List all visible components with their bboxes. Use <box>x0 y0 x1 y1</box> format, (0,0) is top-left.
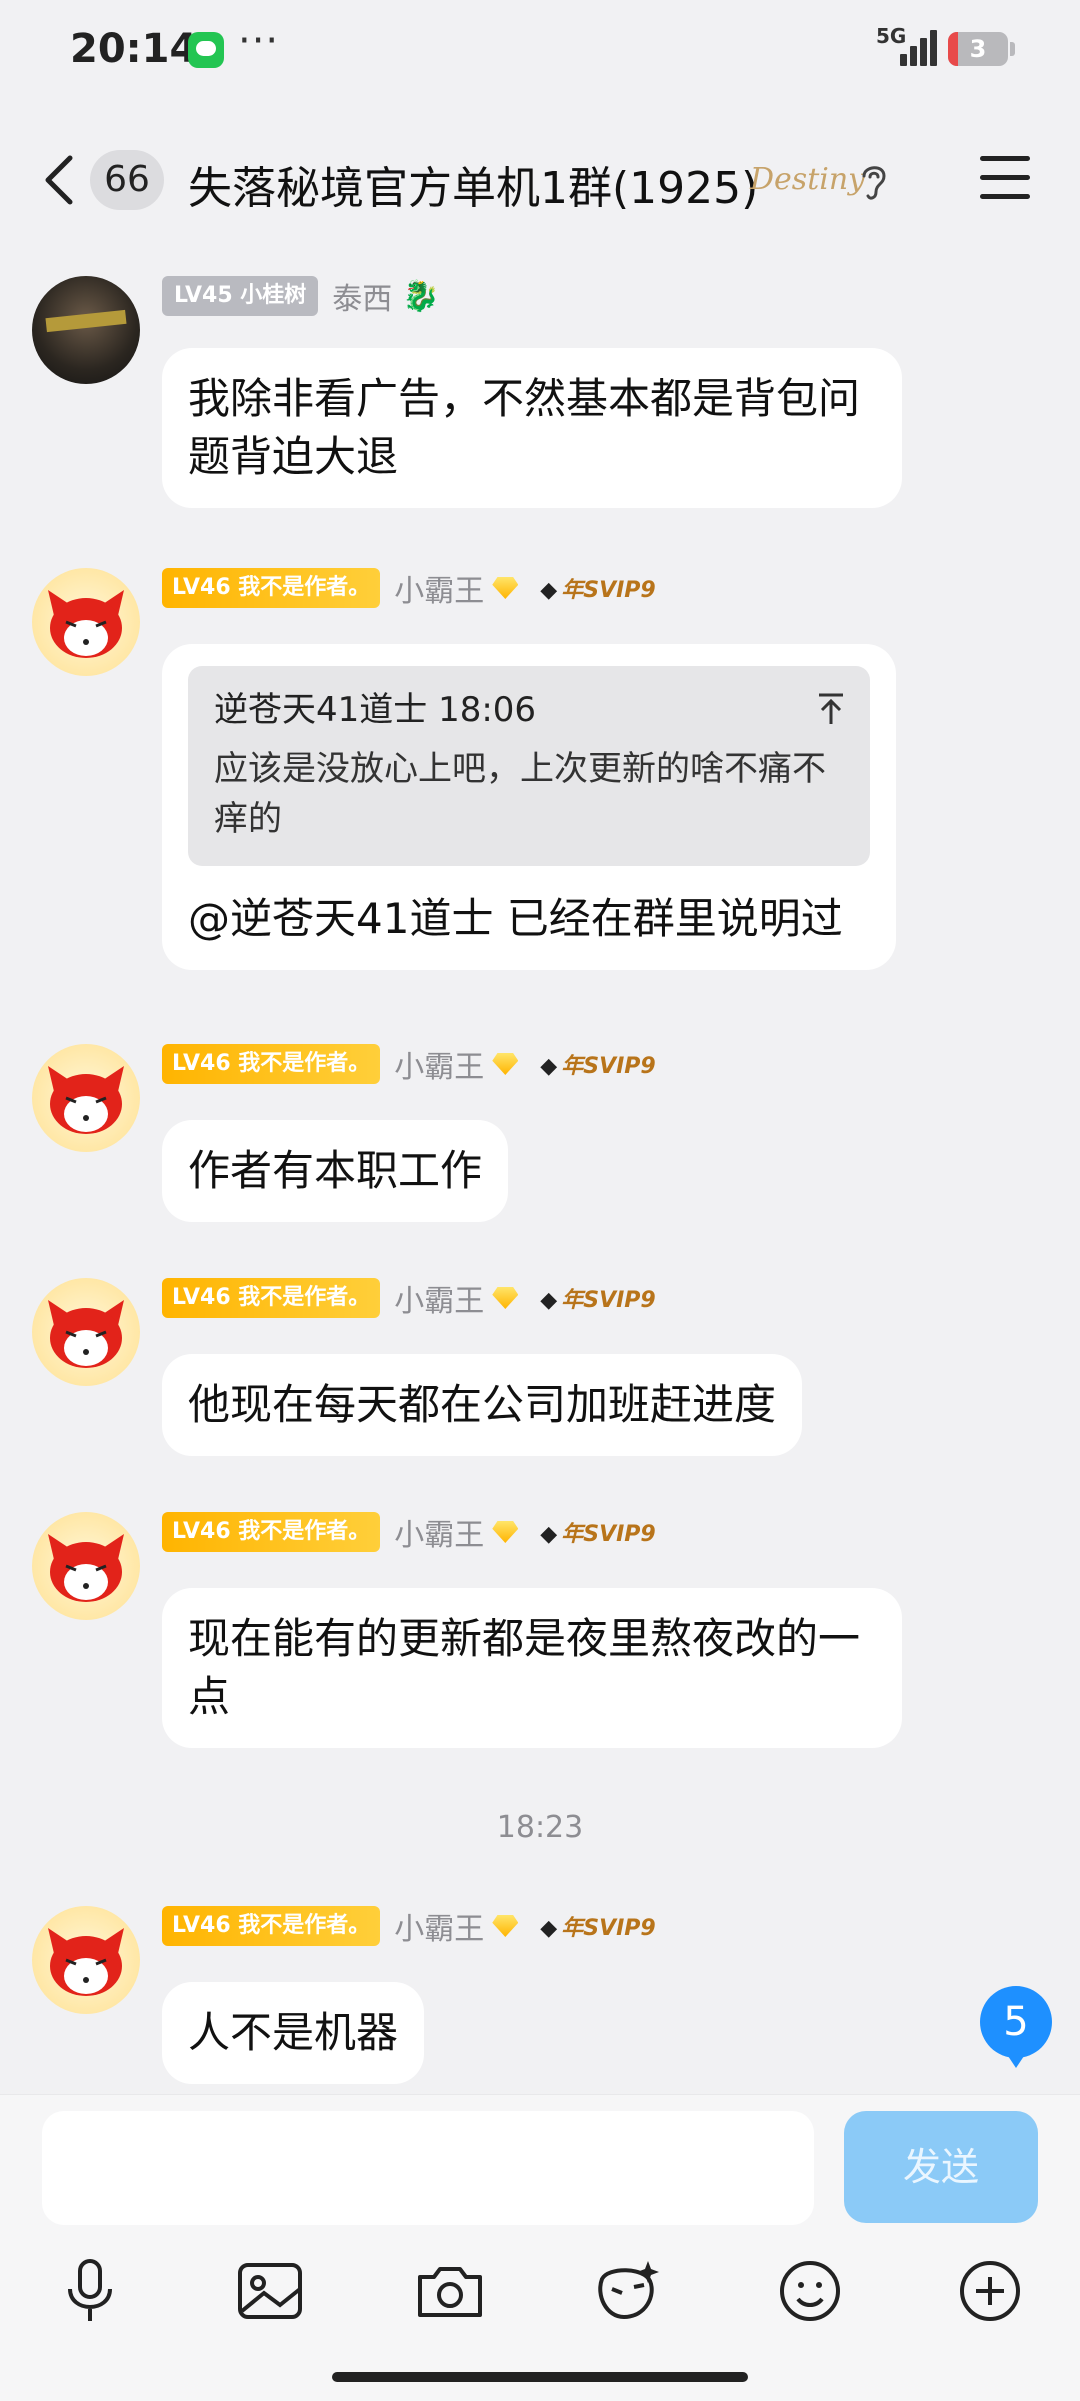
sender-meta: LV46 我不是作者。 小霸王 年SVIP9 <box>162 566 656 610</box>
send-button[interactable]: 发送 <box>844 2111 1038 2223</box>
message-bubble[interactable]: 人不是机器 <box>162 1982 425 2084</box>
message-bubble[interactable]: 我除非看广告，不然基本都是背包问题背迫大退 <box>162 348 902 508</box>
sender-nickname[interactable]: 小霸王 <box>394 1042 484 1086</box>
svip-badge: 年SVIP9 <box>540 1048 656 1080</box>
fox-avatar-icon <box>48 1300 124 1368</box>
svip-badge: 年SVIP9 <box>540 1910 656 1942</box>
sender-meta: LV46 我不是作者。 小霸王 年SVIP9 <box>162 1276 656 1320</box>
jump-to-original-icon[interactable] <box>816 692 846 726</box>
sender-nickname[interactable]: 小霸王 <box>394 1904 484 1948</box>
avatar[interactable] <box>32 276 140 384</box>
sender-nickname[interactable]: 泰西 <box>332 274 392 318</box>
svip-badge: 年SVIP9 <box>540 1282 656 1314</box>
status-bar: 20:14 ··· 5G 3 <box>0 0 1080 100</box>
fox-avatar-icon <box>48 1534 124 1602</box>
message-bubble[interactable]: 现在能有的更新都是夜里熬夜改的一点 <box>162 1588 902 1748</box>
emoji-icon[interactable] <box>770 2251 850 2331</box>
menu-icon[interactable] <box>980 156 1030 200</box>
home-indicator[interactable] <box>332 2372 748 2382</box>
group-logo: Destiny <box>750 162 866 197</box>
time-divider: 18:23 <box>496 1810 584 1845</box>
level-badge: LV46 我不是作者。 <box>162 568 381 608</box>
avatar[interactable] <box>32 568 140 676</box>
camera-icon[interactable] <box>410 2251 490 2331</box>
level-badge: LV46 我不是作者。 <box>162 1906 381 1946</box>
more-notifications-icon: ··· <box>238 18 280 64</box>
fox-avatar-icon <box>48 1928 124 1996</box>
message-bubble[interactable]: 他现在每天都在公司加班赶进度 <box>162 1354 803 1456</box>
sender-nickname[interactable]: 小霸王 <box>394 566 484 610</box>
diamond-icon <box>492 1915 519 1937</box>
sender-meta: LV45 小桂树 泰西 🐉 <box>162 274 440 318</box>
avatar[interactable] <box>32 1044 140 1152</box>
back-arrow-icon[interactable] <box>36 152 86 208</box>
diamond-icon <box>492 577 519 599</box>
avatar[interactable] <box>32 1512 140 1620</box>
sender-meta: LV46 我不是作者。 小霸王 年SVIP9 <box>162 1904 656 1948</box>
avatar[interactable] <box>32 1278 140 1386</box>
quote-text: 应该是没放心上吧，上次更新的啥不痛不痒的 <box>214 749 826 839</box>
image-icon[interactable] <box>230 2251 310 2331</box>
fox-avatar-icon <box>48 590 124 658</box>
avatar[interactable] <box>32 1906 140 2014</box>
composer: 发送 <box>0 2094 1080 2401</box>
level-badge: LV46 我不是作者。 <box>162 1512 381 1552</box>
ear-icon[interactable] <box>858 160 890 204</box>
svip-badge: 年SVIP9 <box>540 1516 656 1548</box>
new-message-badge[interactable]: 5 <box>980 1986 1052 2068</box>
status-time: 20:14 <box>70 26 198 72</box>
diamond-icon <box>492 1287 519 1309</box>
message-bubble[interactable]: 作者有本职工作 <box>162 1120 509 1222</box>
sticker-icon[interactable] <box>588 2251 668 2331</box>
sender-nickname[interactable]: 小霸王 <box>394 1510 484 1554</box>
composer-toolbar <box>0 2251 1080 2331</box>
message-app-icon <box>188 32 224 68</box>
battery-level: 3 <box>969 35 987 63</box>
message-input[interactable] <box>42 2111 814 2225</box>
chat-header: 66 失落秘境官方单机1群(1925) Destiny <box>0 130 1080 230</box>
microphone-icon[interactable] <box>50 2251 130 2331</box>
level-badge: LV45 小桂树 <box>162 276 319 316</box>
sender-meta: LV46 我不是作者。 小霸王 年SVIP9 <box>162 1510 656 1554</box>
diamond-icon <box>492 1053 519 1075</box>
group-title[interactable]: 失落秘境官方单机1群(1925) <box>188 152 758 216</box>
level-badge: LV46 我不是作者。 <box>162 1278 381 1318</box>
sender-meta: LV46 我不是作者。 小霸王 年SVIP9 <box>162 1042 656 1086</box>
battery-tip <box>1010 42 1015 56</box>
plus-icon[interactable] <box>950 2251 1030 2331</box>
diamond-icon <box>492 1521 519 1543</box>
svip-badge: 年SVIP9 <box>540 572 656 604</box>
message-text: @逆苍天41道士 已经在群里说明过 <box>188 894 843 943</box>
dragon-icon: 🐉 <box>402 278 440 314</box>
unread-count-badge[interactable]: 66 <box>90 150 164 210</box>
battery-icon: 3 <box>948 32 1008 66</box>
fox-avatar-icon <box>48 1066 124 1134</box>
message-bubble[interactable]: 逆苍天41道士 18:06 应该是没放心上吧，上次更新的啥不痛不痒的 @逆苍天4… <box>162 644 896 970</box>
level-badge: LV46 我不是作者。 <box>162 1044 381 1084</box>
quoted-message[interactable]: 逆苍天41道士 18:06 应该是没放心上吧，上次更新的啥不痛不痒的 <box>188 666 870 866</box>
quote-author-time: 逆苍天41道士 18:06 <box>214 690 537 730</box>
signal-icon <box>900 30 938 66</box>
sender-nickname[interactable]: 小霸王 <box>394 1276 484 1320</box>
